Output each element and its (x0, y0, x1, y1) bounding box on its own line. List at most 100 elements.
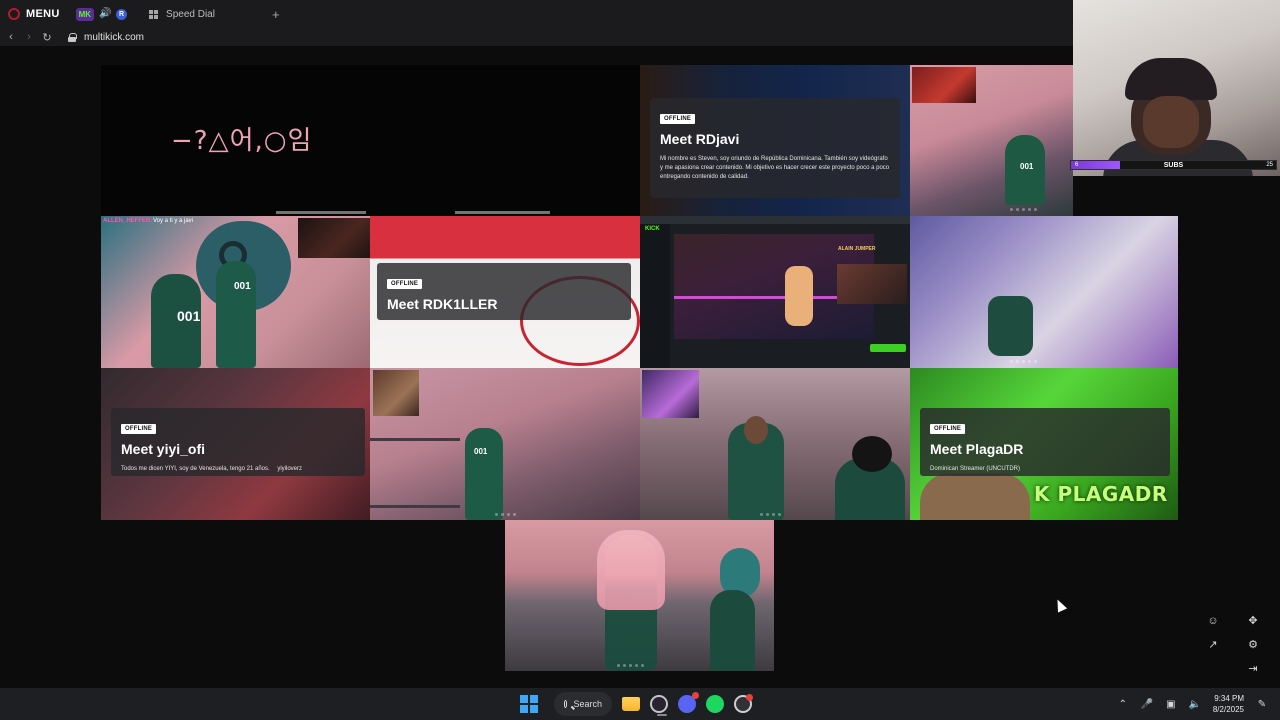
opera-logo-icon (8, 8, 20, 20)
taskbar-apps: Search (520, 688, 753, 720)
profile-badge[interactable]: R (116, 8, 128, 20)
carousel-dots (617, 664, 644, 667)
opera-icon[interactable] (650, 695, 668, 716)
volume-icon[interactable]: 🔈 (1189, 699, 1201, 710)
player-controls (276, 211, 366, 214)
mic-icon[interactable]: 🎤 (1141, 699, 1153, 710)
stream-tile-squid-logo[interactable]: −?△어,○임 (101, 65, 370, 216)
stream-tile-rdk1ller[interactable]: OFFLINE Meet RDK1LLER (370, 216, 640, 368)
social-handle[interactable]: yiyiloverz (277, 466, 302, 472)
search-label: Search (573, 699, 602, 709)
speaker-icon[interactable]: 🔊 (99, 9, 111, 19)
menu-label: MENU (26, 8, 60, 20)
notification-badge (746, 694, 753, 701)
plus-icon[interactable]: + (272, 8, 280, 21)
plagadr-logo: K PLAGADR (1034, 482, 1168, 506)
fighter-name: ALAIN JUMPER (838, 246, 876, 252)
exit-icon[interactable]: ⇥ (1246, 662, 1260, 676)
carousel-dots (1010, 208, 1037, 211)
carousel-dots (1010, 360, 1037, 363)
move-icon[interactable]: ✥ (1246, 614, 1260, 628)
back-icon[interactable]: ‹ (2, 31, 20, 43)
player-character (216, 261, 256, 368)
follow-button (870, 344, 906, 352)
bunk-bed (370, 438, 460, 508)
url-field[interactable]: multikick.com (84, 32, 144, 43)
notification-icon[interactable]: ✎ (1256, 699, 1268, 710)
stream-tile-yiyi[interactable]: OFFLINE Meet yiyi_ofi Todos me dicen YIY… (101, 368, 370, 520)
jersey-number: 001 (1020, 162, 1034, 171)
player-character (710, 590, 755, 671)
offline-card: OFFLINE Meet RDK1LLER (377, 263, 631, 320)
streamer-description: Dominican Streamer (UNCUTDR) (930, 466, 1021, 472)
menu-button[interactable]: MENU (0, 0, 70, 28)
player-hair (597, 530, 665, 610)
subs-label: SUBS (1163, 162, 1184, 169)
forward-icon[interactable]: › (20, 31, 38, 43)
facecam (837, 264, 907, 304)
offline-badge: OFFLINE (660, 114, 696, 124)
search-button[interactable]: Search (554, 692, 612, 716)
clock[interactable]: 9:34 PM 8/2/2025 (1213, 693, 1244, 715)
stream-tile-001[interactable]: 001 001 ALLEN_HEFFER: Voy a ti y a javi (101, 216, 370, 368)
app-toolbar (640, 216, 910, 224)
folder-icon[interactable] (622, 697, 640, 711)
webcam-face (1143, 96, 1199, 148)
chat-message: Voy a ti y a javi (153, 218, 194, 224)
tab-title: Speed Dial (166, 8, 215, 20)
chrome-icon[interactable] (734, 694, 753, 713)
facecam (912, 67, 976, 103)
streamer-description: Mi nombre es Steven, soy oriundo de Repú… (660, 156, 890, 180)
stream-tile-black[interactable] (370, 65, 640, 216)
streamer-title: Meet PlagaDR (930, 441, 1024, 457)
add-user-icon[interactable]: ☺ (1206, 614, 1220, 628)
discord-icon[interactable] (678, 692, 699, 713)
taskbar: Search ⌃ 🎤 ▣ 🔈 9:34 PM 8/2/2025 ✎ (0, 688, 1280, 720)
player-character (988, 296, 1033, 356)
mouse-cursor (1052, 597, 1068, 613)
notification-badge (692, 692, 699, 699)
kick-logo: KICK (645, 226, 660, 232)
stream-tile-room[interactable] (910, 216, 1178, 368)
stream-tile-yard[interactable] (640, 368, 910, 520)
offline-card: OFFLINE Meet yiyi_ofi Todos me dicen YIY… (111, 408, 365, 476)
multikick-extension-badge[interactable]: MK (75, 7, 95, 21)
streamer-title: Meet RDjavi (660, 131, 740, 147)
stream-tile-plagadr[interactable]: OFFLINE Meet PlagaDR Dominican Streamer … (910, 368, 1178, 520)
grid-icon (149, 9, 159, 19)
settings-icon[interactable]: ⚙ (1246, 638, 1260, 652)
webcam-hat (1125, 58, 1217, 100)
stream-tile-prison-bunks[interactable]: 001 (910, 65, 1073, 216)
boxer (785, 266, 813, 326)
subs-goal-bar: 6 SUBS 25 (1070, 160, 1277, 170)
offline-badge: OFFLINE (121, 424, 157, 434)
facecam (298, 218, 370, 258)
offline-badge: OFFLINE (387, 279, 423, 289)
carousel-dots (760, 513, 781, 516)
stream-tile-bunks[interactable]: 001 (370, 368, 640, 520)
subs-goal: 25 (1266, 162, 1273, 168)
stream-tile-center[interactable] (505, 520, 774, 671)
webcam-overlay (1073, 0, 1280, 176)
player-head (744, 416, 768, 444)
chevron-up-icon[interactable]: ⌃ (1117, 699, 1129, 710)
stream-grid: −?△어,○임 OFFLINE Meet RDjavi Mi nombre es… (0, 0, 1280, 688)
jersey-number: 001 (234, 281, 251, 292)
offline-card: OFFLINE Meet RDjavi Mi nombre es Steven,… (650, 98, 900, 198)
system-tray: ⌃ 🎤 ▣ 🔈 9:34 PM 8/2/2025 ✎ (1117, 688, 1268, 720)
offline-badge: OFFLINE (930, 424, 966, 434)
reload-icon[interactable]: ↻ (38, 31, 56, 44)
stream-tile-obs[interactable]: KICK ALAIN JUMPER (640, 216, 910, 368)
chat-username: ALLEN_HEFFER: (103, 218, 153, 224)
display-icon[interactable]: ▣ (1165, 699, 1177, 710)
windows-icon[interactable] (520, 695, 538, 713)
share-icon[interactable]: ↗ (1206, 638, 1220, 652)
streamer-title: Meet yiyi_ofi (121, 441, 206, 457)
player-controls (455, 211, 550, 214)
carousel-dots (495, 513, 516, 516)
stream-tile-rdjavi[interactable]: OFFLINE Meet RDjavi Mi nombre es Steven,… (640, 65, 910, 216)
spotify-icon[interactable] (706, 695, 724, 713)
streamer-description-row: Todos me dicen YIYI, soy de Venezuela, t… (121, 465, 355, 474)
tab-speed-dial[interactable]: Speed Dial (139, 3, 254, 25)
player-character (465, 428, 503, 520)
